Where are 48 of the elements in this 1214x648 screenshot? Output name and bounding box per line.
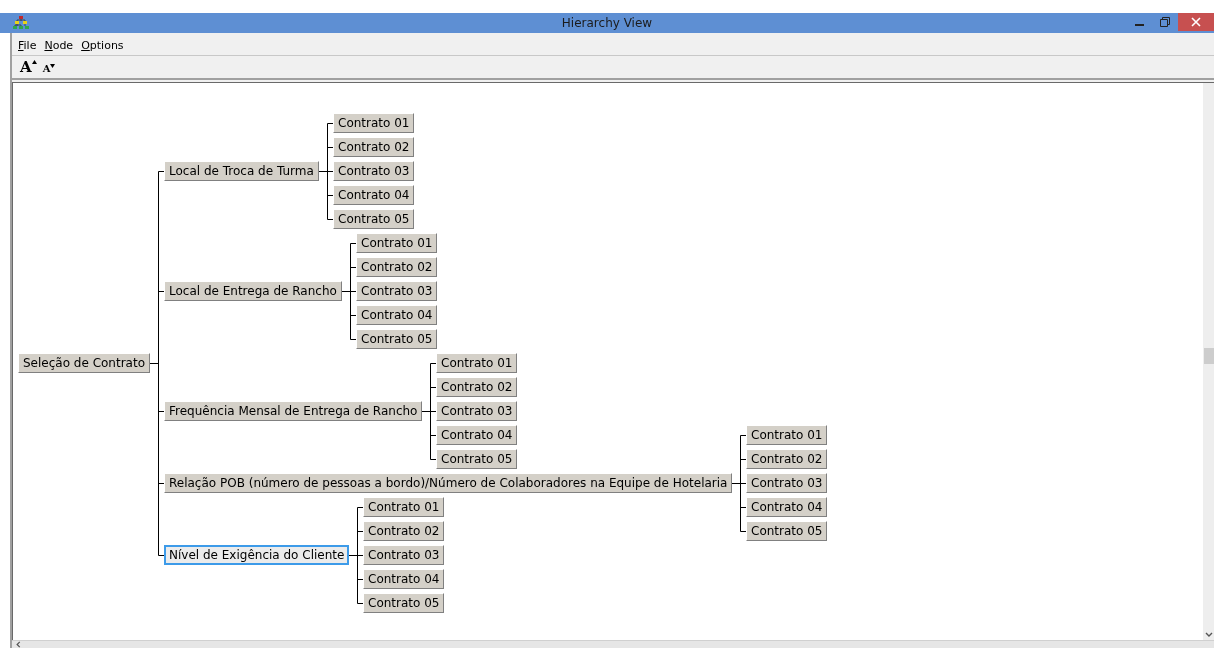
caret-down-icon (50, 64, 56, 68)
scrollbar-thumb[interactable] (1204, 348, 1214, 364)
tree-node[interactable]: Contrato 05 (436, 449, 518, 469)
tree-node[interactable]: Contrato 05 (333, 209, 415, 229)
tree-node[interactable]: Contrato 05 (746, 521, 828, 541)
tree-node[interactable]: Contrato 03 (363, 545, 445, 565)
tree-node[interactable]: Contrato 03 (746, 473, 828, 493)
tree-node[interactable]: Contrato 03 (356, 281, 438, 301)
scroll-down-icon[interactable] (1205, 632, 1213, 638)
tree-node[interactable]: Contrato 02 (436, 377, 518, 397)
menu-item[interactable]: Options (77, 37, 128, 53)
tree-node[interactable]: Contrato 02 (746, 449, 828, 469)
tree-node[interactable]: Contrato 04 (333, 185, 415, 205)
tree-node[interactable]: Contrato 03 (436, 401, 518, 421)
restore-icon (1160, 17, 1170, 27)
scroll-left-icon[interactable] (15, 641, 21, 648)
tree-node[interactable]: Contrato 02 (363, 521, 445, 541)
tree-node[interactable]: Contrato 02 (356, 257, 438, 277)
tree-node[interactable]: Contrato 05 (363, 593, 445, 613)
tree-node[interactable]: Contrato 01 (363, 497, 445, 517)
tree-node[interactable]: Frequência Mensal de Entrega de Rancho (164, 401, 423, 421)
menu-item[interactable]: Node (40, 37, 78, 53)
tree-node[interactable]: Contrato 01 (436, 353, 518, 373)
tree-node[interactable]: Local de Entrega de Rancho (164, 281, 342, 301)
tree-node[interactable]: Contrato 01 (356, 233, 438, 253)
minimize-icon (1134, 24, 1144, 26)
tree-node[interactable]: Contrato 04 (363, 569, 445, 589)
increase-font-button[interactable]: A (18, 59, 39, 75)
tree-node[interactable]: Seleção de Contrato (18, 353, 150, 373)
hierarchy-icon (13, 16, 29, 30)
caret-up-icon (31, 59, 37, 64)
tree-node[interactable]: Contrato 04 (356, 305, 438, 325)
tree-node[interactable]: Contrato 04 (436, 425, 518, 445)
close-icon (1191, 17, 1201, 27)
tree-node[interactable]: Contrato 01 (333, 113, 415, 133)
tree-node[interactable]: Contrato 02 (333, 137, 415, 157)
tree-node[interactable]: Contrato 03 (333, 161, 415, 181)
tree-node[interactable]: Contrato 04 (746, 497, 828, 517)
tree-node[interactable]: Contrato 01 (746, 425, 828, 445)
tree-node[interactable]: Nível de Exigência do Cliente (164, 545, 350, 565)
close-button[interactable] (1178, 13, 1214, 31)
decrease-font-button[interactable]: A (40, 64, 58, 74)
tree-node[interactable]: Relação POB (número de pessoas a bordo)/Número de Colaboradores na Equipe de Hotelaria (164, 473, 733, 493)
tree-node[interactable]: Local de Troca de Turma (164, 161, 319, 181)
window-title: Hierarchy View (561, 16, 653, 30)
horizontal-scrollbar[interactable] (12, 640, 1214, 648)
menu-item[interactable]: File (14, 37, 41, 53)
tree-node[interactable]: Contrato 05 (356, 329, 438, 349)
